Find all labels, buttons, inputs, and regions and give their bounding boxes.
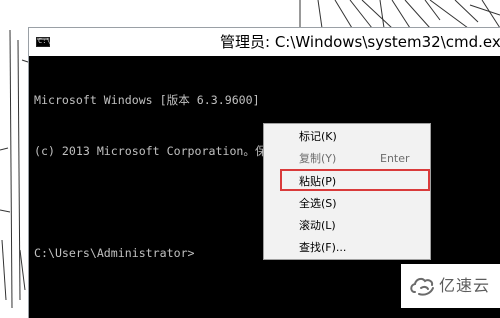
cmd-icon[interactable]: C:\ [36,37,51,47]
cloud-logo-icon [410,277,434,296]
menu-item-label: 滚动(L) [299,219,336,232]
console-line: Microsoft Windows [版本 6.3.9600] [34,93,260,107]
watermark: 亿速云 [401,264,500,308]
menu-item-label: 粘贴(P) [299,175,337,188]
window-title: 管理员: C:\Windows\system32\cmd.exe [220,33,500,51]
menu-item-scroll[interactable]: 滚动(L) [264,215,430,237]
menu-item-copy[interactable]: 复制(Y) Enter [264,148,430,170]
title-bar[interactable]: C:\ 管理员: C:\Windows\system32\cmd.exe [29,28,500,56]
menu-item-select-all[interactable]: 全选(S) [264,193,430,215]
menu-item-label: 全选(S) [299,197,337,210]
context-menu: 标记(K) 复制(Y) Enter 粘贴(P) 全选(S) 滚动(L) 查找(F… [263,123,431,260]
menu-item-label: 复制(Y) [299,152,337,165]
menu-item-label: 标记(K) [299,130,337,143]
watermark-text: 亿速云 [439,276,491,295]
menu-item-find[interactable]: 查找(F)... [264,237,430,259]
menu-item-shortcut: Enter [380,152,410,165]
cmd-icon-prompt: C:\ [38,37,51,45]
menu-item-paste[interactable]: 粘贴(P) [264,171,430,193]
menu-item-label: 查找(F)... [299,241,347,254]
menu-item-mark[interactable]: 标记(K) [264,126,430,148]
